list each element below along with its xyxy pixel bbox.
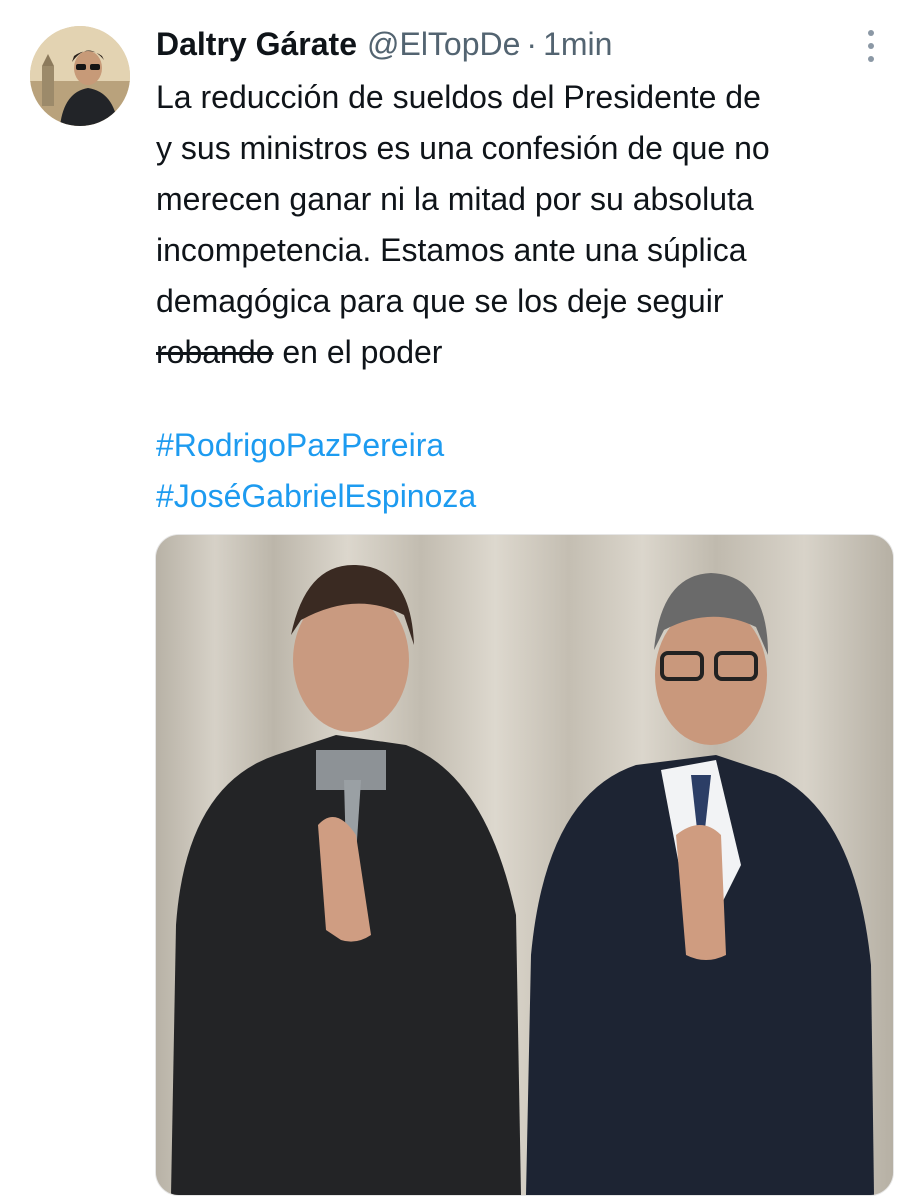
author-handle[interactable]: @ElTopDe [367,22,520,66]
tweet-text: La reducción de sueldos del Presidente d… [156,72,916,378]
more-dot [868,43,874,49]
tweet-text-line: incompetencia. Estamos ante una súplica [156,232,747,268]
avatar[interactable] [30,26,130,126]
hashtag-link[interactable]: #RodrigoPazPereira [156,420,476,471]
tweet-text-rest: en el poder [273,334,443,370]
media-photo [156,535,893,1195]
tweet-text-line: merecen ganar ni la mitad por su absolut… [156,181,754,217]
tweet-text-last-line: robando en el poder [156,327,916,378]
tweet-timestamp[interactable]: 1min [543,22,612,66]
tweet-media-image[interactable] [155,534,894,1196]
hashtag-list: #RodrigoPazPereira #JoséGabrielEspinoza [156,420,476,522]
more-dot [868,30,874,36]
struck-word: robando [156,334,274,370]
tweet-header: Daltry Gárate @ElTopDe · 1min [156,22,612,66]
tweet-text-line: demagógica para que se los deje seguir [156,283,724,319]
tweet-text-line: y sus ministros es una confesión de que … [156,130,770,166]
tweet-text-line: La reducción de sueldos del Presidente d… [156,79,761,115]
more-vertical-icon[interactable] [856,28,886,64]
hashtag-link[interactable]: #JoséGabrielEspinoza [156,471,476,522]
author-display-name[interactable]: Daltry Gárate [156,22,357,66]
avatar-photo [30,26,130,126]
header-separator: · [526,26,538,62]
more-dot [868,56,874,62]
